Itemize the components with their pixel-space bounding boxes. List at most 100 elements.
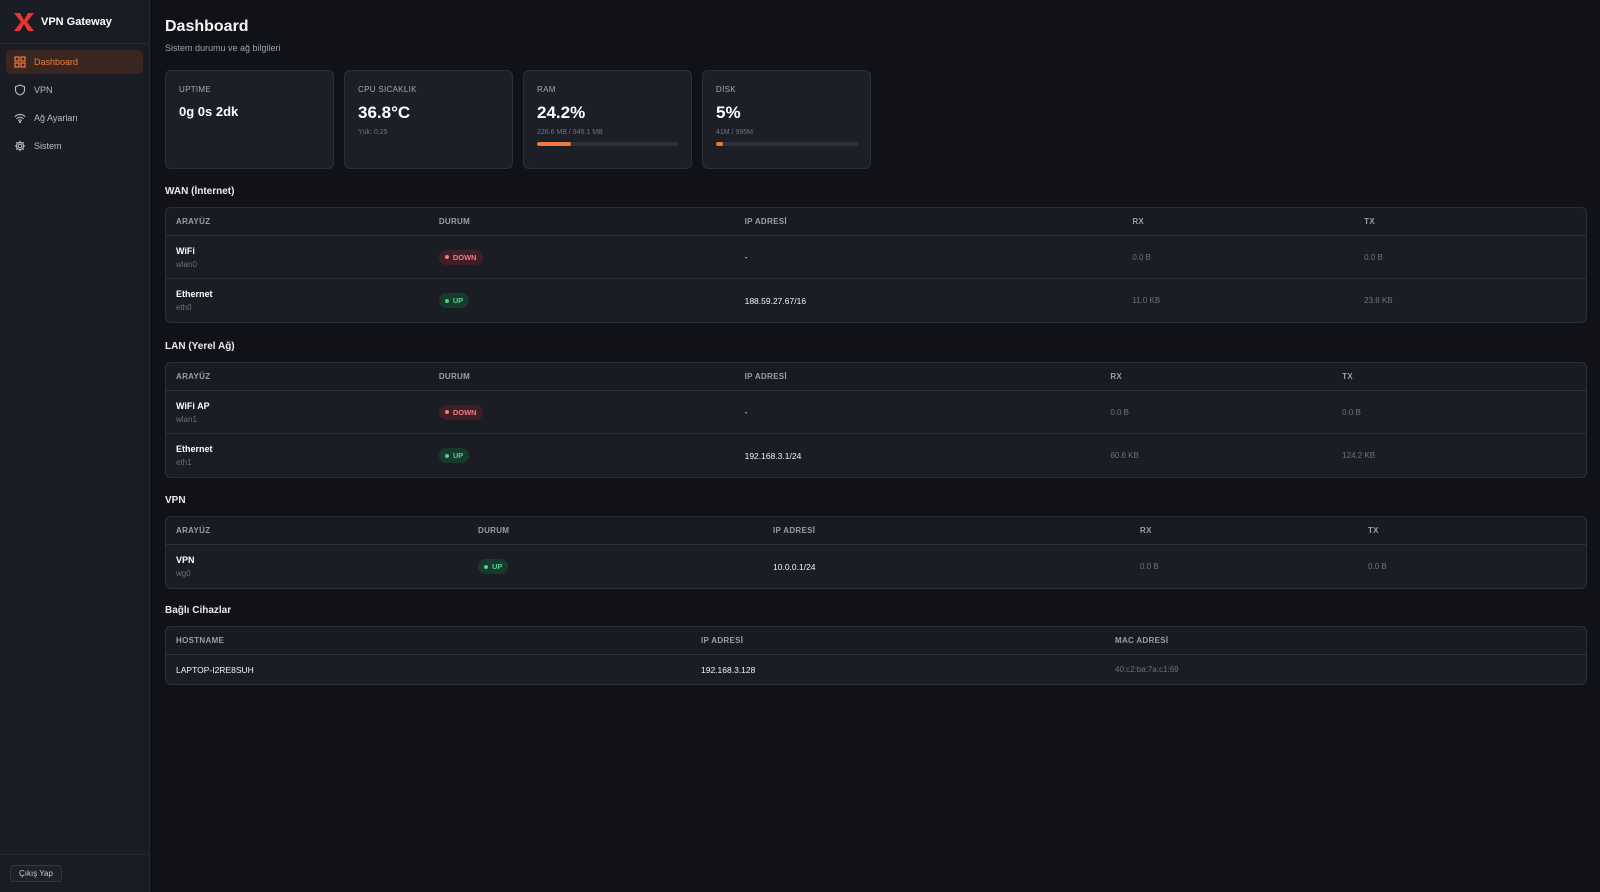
status-badge: DOWN	[438, 249, 483, 265]
vpn-section-title: VPN	[165, 495, 186, 506]
status-dot	[444, 453, 449, 458]
card-sub: 228.6 MB / 946.1 MB	[537, 129, 603, 136]
wifi-icon	[14, 112, 26, 124]
disk-progress-bar	[716, 142, 858, 146]
logout-button[interactable]: Çıkış Yap	[10, 865, 62, 882]
card-sub: Yük: 0.25	[358, 129, 388, 136]
status-cell: UP	[468, 559, 763, 574]
status-cell: UP	[429, 293, 735, 308]
brand: VPN Gateway	[0, 0, 149, 44]
column-header: RX	[1110, 372, 1123, 381]
x-logo-icon	[14, 12, 34, 31]
rx-cell: 11.0 KB	[1132, 296, 1161, 305]
disk-progress-fill	[716, 142, 724, 146]
sidebar-item-system[interactable]: Sistem	[6, 134, 143, 158]
sidebar-nav: Dashboard VPN Ağ Ayarları Sistem	[0, 44, 149, 168]
interface-name: WiFi AP	[176, 400, 210, 411]
tx-cell: 0.0 B	[1364, 252, 1383, 262]
table-row: LAPTOP-I2RE8SUH 192.168.3.128 40:c2:ba:7…	[166, 655, 1586, 684]
ram-card: RAM 24.2% 228.6 MB / 946.1 MB	[523, 70, 692, 169]
cpu-temp-card: CPU SICAKLIK 36.8°C Yük: 0.25	[344, 70, 513, 169]
column-header: IP ADRESİ	[773, 526, 816, 535]
disk-card: DİSK 5% 41M / 995M	[702, 70, 871, 169]
status-dot	[444, 298, 449, 303]
interface-name: VPN	[176, 555, 195, 565]
shield-icon	[14, 84, 26, 96]
sidebar-item-network-settings[interactable]: Ağ Ayarları	[6, 106, 143, 130]
sidebar: VPN Gateway Dashboard VPN Ağ Ayarları Si…	[0, 0, 150, 892]
status-text: DOWN	[452, 407, 477, 417]
ip-cell: 10.0.0.1/24	[773, 561, 816, 572]
interface-device: wlan0	[176, 259, 197, 269]
sidebar-item-dashboard[interactable]: Dashboard	[6, 50, 143, 74]
interface-cell: WiFi wlan0	[166, 246, 429, 269]
column-header: HOSTNAME	[176, 636, 225, 645]
status-cell: UP	[429, 448, 735, 463]
grid-icon	[14, 56, 26, 68]
interface-device: eth0	[176, 303, 192, 312]
status-text: UP	[492, 562, 503, 571]
mac-cell: 40:c2:ba:7a:c1:69	[1115, 665, 1179, 674]
interface-cell: VPN wg0	[166, 555, 468, 578]
ip-cell: 192.168.3.1/24	[744, 450, 802, 461]
devices-table: HOSTNAME IP ADRESİ MAC ADRESİ LAPTOP-I2R…	[165, 626, 1587, 685]
interface-name: Ethernet	[176, 289, 213, 299]
column-header: DURUM	[438, 217, 471, 226]
hostname-cell: LAPTOP-I2RE8SUH	[176, 664, 254, 675]
app-name: VPN Gateway	[41, 15, 112, 28]
column-header: TX	[1364, 217, 1375, 226]
lan-table: ARAYÜZ DURUM IP ADRESİ RX TX WiFi AP wla…	[165, 362, 1587, 478]
sidebar-item-label: Dashboard	[34, 57, 79, 67]
column-header: RX	[1132, 217, 1145, 226]
table-row: VPN wg0 UP 10.0.0.1/24 0.0 B 0.0 B	[166, 545, 1586, 588]
card-label: RAM	[537, 85, 556, 94]
interface-name: WiFi	[176, 245, 195, 256]
gear-icon	[14, 140, 26, 152]
table-header: ARAYÜZ DURUM IP ADRESİ RX TX	[166, 208, 1586, 236]
interface-name: Ethernet	[176, 444, 213, 454]
status-dot	[444, 410, 449, 414]
rx-cell: 0.0 B	[1132, 252, 1151, 262]
sidebar-item-label: Ağ Ayarları	[34, 113, 78, 123]
status-dot	[484, 564, 488, 569]
tx-cell: 23.8 KB	[1364, 296, 1393, 305]
column-header: MAC ADRESİ	[1115, 636, 1169, 645]
interface-device: eth1	[176, 458, 192, 467]
wan-section-title: WAN (İnternet)	[165, 186, 235, 197]
column-header: IP ADRESİ	[701, 636, 744, 645]
sidebar-item-label: VPN	[34, 85, 53, 95]
status-badge: UP	[478, 559, 509, 574]
devices-section-title: Bağlı Cihazlar	[165, 605, 232, 616]
stat-cards: UPTIME 0g 0s 2dk CPU SICAKLIK 36.8°C Yük…	[165, 70, 871, 169]
table-header: ARAYÜZ DURUM IP ADRESİ RX TX	[166, 363, 1586, 391]
sidebar-item-vpn[interactable]: VPN	[6, 78, 143, 102]
column-header: TX	[1368, 526, 1379, 535]
card-value: 5%	[716, 103, 741, 122]
column-header: ARAYÜZ	[176, 372, 211, 381]
status-badge: UP	[438, 293, 470, 308]
table-row: WiFi AP wlan1 DOWN - 0.0 B 0.0 B	[166, 391, 1586, 434]
sidebar-footer: Çıkış Yap	[0, 854, 150, 892]
page-subtitle: Sistem durumu ve ağ bilgileri	[165, 43, 281, 53]
interface-cell: WiFi AP wlan1	[166, 401, 429, 424]
table-row: Ethernet eth0 UP 188.59.27.67/16 11.0 KB…	[166, 279, 1586, 322]
ip-cell: 192.168.3.128	[701, 664, 756, 675]
card-label: CPU SICAKLIK	[358, 85, 417, 94]
interface-device: wlan1	[176, 414, 197, 424]
column-header: TX	[1342, 372, 1353, 381]
status-badge: UP	[438, 448, 470, 463]
status-cell: DOWN	[429, 404, 735, 420]
status-text: DOWN	[452, 252, 477, 262]
main-content: Dashboard Sistem durumu ve ağ bilgileri …	[165, 0, 1587, 892]
column-header: ARAYÜZ	[176, 217, 211, 226]
column-header: IP ADRESİ	[744, 372, 787, 381]
table-header: HOSTNAME IP ADRESİ MAC ADRESİ	[166, 627, 1586, 655]
card-sub: 41M / 995M	[716, 129, 753, 136]
column-header: RX	[1140, 526, 1152, 535]
status-text: UP	[452, 296, 464, 305]
lan-section-title: LAN (Yerel Ağ)	[165, 341, 235, 352]
interface-device: wg0	[176, 569, 191, 578]
sidebar-item-label: Sistem	[34, 141, 62, 151]
vpn-table: ARAYÜZ DURUM IP ADRESİ RX TX VPN wg0 UP …	[165, 516, 1587, 589]
page-title: Dashboard	[165, 18, 249, 35]
